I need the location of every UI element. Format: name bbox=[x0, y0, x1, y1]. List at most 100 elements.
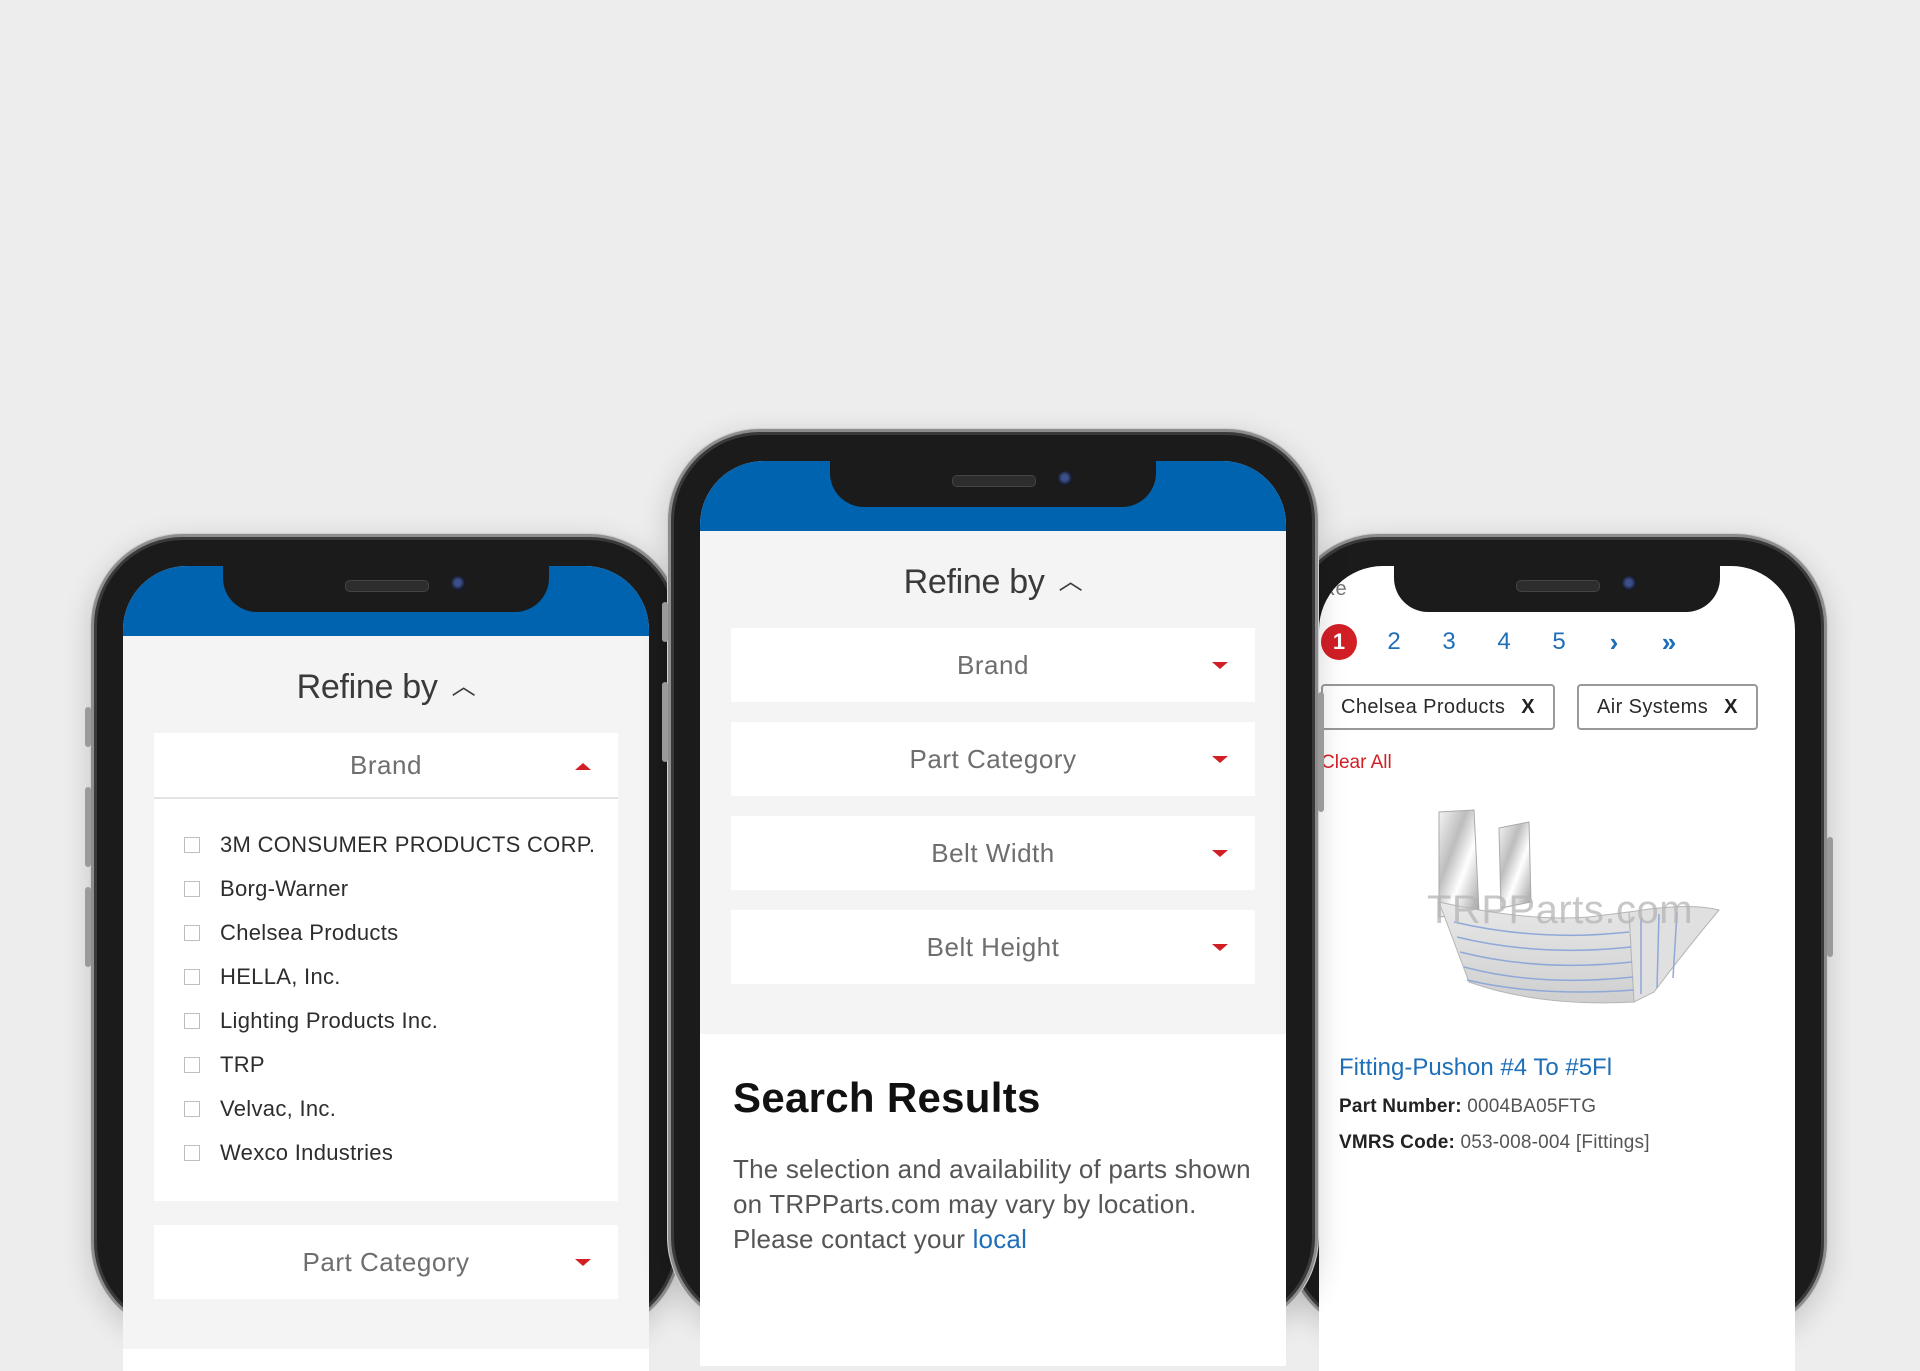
brand-option[interactable]: Wexco Industries bbox=[184, 1131, 618, 1175]
last-page-icon[interactable]: » bbox=[1651, 624, 1687, 660]
facet-part-category[interactable]: Part Category bbox=[731, 722, 1255, 796]
close-icon[interactable]: X bbox=[1724, 696, 1738, 719]
refine-by-label: Refine by bbox=[296, 668, 438, 706]
brand-option-label: TRP bbox=[220, 1052, 265, 1077]
phone-power-button bbox=[1827, 837, 1833, 957]
brand-option[interactable]: Borg-Warner bbox=[184, 867, 618, 911]
brand-option-label: Wexco Industries bbox=[220, 1140, 394, 1165]
brand-option-label: 3M CONSUMER PRODUCTS CORP. bbox=[220, 832, 596, 857]
active-filters: Chelsea Products X Air Systems X bbox=[1319, 660, 1795, 730]
product-title-link[interactable]: Fitting-Pushon #4 To #5Fl bbox=[1319, 1054, 1795, 1082]
brand-option[interactable]: Chelsea Products bbox=[184, 911, 618, 955]
facet-belt-height-label: Belt Height bbox=[926, 931, 1060, 962]
front-camera bbox=[1622, 576, 1637, 591]
chevron-up-icon: ︿ bbox=[1058, 568, 1083, 595]
refine-by-toggle[interactable]: Refine by ︿ bbox=[700, 531, 1286, 628]
refine-panel: Refine by ︿ Brand 3M CONSUMER PRODUCTS CO… bbox=[123, 636, 649, 1349]
facet-belt-width-label: Belt Width bbox=[931, 837, 1055, 868]
brand-option-label: Chelsea Products bbox=[220, 920, 399, 945]
local-dealer-link[interactable]: local bbox=[973, 1224, 1027, 1254]
front-camera bbox=[451, 576, 466, 591]
close-icon[interactable]: X bbox=[1521, 696, 1535, 719]
facet-belt-height[interactable]: Belt Height bbox=[731, 910, 1255, 984]
speaker-grille bbox=[952, 475, 1036, 487]
brand-option[interactable]: Velvac, Inc. bbox=[184, 1087, 618, 1131]
brand-option[interactable]: HELLA, Inc. bbox=[184, 955, 618, 999]
search-results-notice: The selection and availability of parts … bbox=[733, 1152, 1253, 1257]
vmrs-code-value: 053-008-004 [Fittings] bbox=[1460, 1132, 1650, 1153]
clipped-text: Re bbox=[1321, 578, 1347, 600]
facet-part-category-label: Part Category bbox=[302, 1246, 470, 1277]
page-3-button[interactable]: 3 bbox=[1431, 624, 1467, 660]
page-5-button[interactable]: 5 bbox=[1541, 624, 1577, 660]
part-number-value: 0004BA05FTG bbox=[1467, 1096, 1597, 1117]
checkbox[interactable] bbox=[184, 881, 200, 897]
caret-down-icon bbox=[1212, 662, 1228, 669]
phone-notch bbox=[1394, 566, 1720, 612]
brand-option[interactable]: 3M CONSUMER PRODUCTS CORP. bbox=[184, 823, 618, 867]
refine-by-toggle[interactable]: Refine by ︿ bbox=[123, 636, 649, 733]
search-results-section: Search Results The selection and availab… bbox=[700, 1034, 1286, 1257]
left-phone: Refine by ︿ Brand 3M CONSUMER PRODUCTS CO… bbox=[85, 534, 681, 1371]
facet-part-category-label: Part Category bbox=[909, 743, 1077, 774]
facet-brand[interactable]: Brand bbox=[731, 628, 1255, 702]
right-phone: Re 1 2 3 4 5 › » Chelsea Products X Air … bbox=[1287, 534, 1833, 1371]
checkbox[interactable] bbox=[184, 837, 200, 853]
vmrs-code-label: VMRS Code: bbox=[1339, 1132, 1455, 1153]
part-number-label: Part Number: bbox=[1339, 1096, 1462, 1117]
brand-option-label: Borg-Warner bbox=[220, 876, 349, 901]
facet-belt-width[interactable]: Belt Width bbox=[731, 816, 1255, 890]
refine-panel: Refine by ︿ Brand Part Category Belt Widt… bbox=[700, 531, 1286, 1034]
page-4-button[interactable]: 4 bbox=[1486, 624, 1522, 660]
brand-option[interactable]: TRP bbox=[184, 1043, 618, 1087]
product-image[interactable]: TRPParts.com bbox=[1379, 792, 1779, 1032]
page-1-button[interactable]: 1 bbox=[1321, 624, 1357, 660]
facet-brand-label: Brand bbox=[957, 649, 1029, 680]
facet-part-category[interactable]: Part Category bbox=[154, 1225, 618, 1299]
phone-volume-up-button bbox=[662, 682, 668, 762]
front-camera bbox=[1058, 471, 1073, 486]
caret-down-icon bbox=[1212, 850, 1228, 857]
phone-side-button bbox=[85, 707, 91, 747]
facet-brand-expanded: Brand 3M CONSUMER PRODUCTS CORP. Borg-Wa… bbox=[154, 733, 618, 1201]
brand-list: 3M CONSUMER PRODUCTS CORP. Borg-Warner C… bbox=[154, 799, 618, 1201]
filter-chip-label: Chelsea Products bbox=[1341, 695, 1506, 718]
brand-option[interactable]: Lighting Products Inc. bbox=[184, 999, 618, 1043]
phone-side-button bbox=[662, 602, 668, 642]
part-number: Part Number: 0004BA05FTG bbox=[1319, 1096, 1795, 1118]
refine-by-label: Refine by bbox=[903, 563, 1045, 601]
right-phone-screen: Re 1 2 3 4 5 › » Chelsea Products X Air … bbox=[1319, 566, 1795, 1371]
checkbox[interactable] bbox=[184, 925, 200, 941]
filter-chip-air-systems[interactable]: Air Systems X bbox=[1577, 684, 1758, 730]
vmrs-code: VMRS Code: 053-008-004 [Fittings] bbox=[1319, 1132, 1795, 1154]
caret-down-icon bbox=[1212, 756, 1228, 763]
checkbox[interactable] bbox=[184, 1101, 200, 1117]
caret-up-icon bbox=[575, 763, 591, 770]
filter-chip-chelsea-products[interactable]: Chelsea Products X bbox=[1321, 684, 1556, 730]
checkbox[interactable] bbox=[184, 1013, 200, 1029]
center-phone: Refine by ︿ Brand Part Category Belt Widt… bbox=[662, 429, 1324, 1366]
brand-option-label: Lighting Products Inc. bbox=[220, 1008, 439, 1033]
facet-brand-header[interactable]: Brand bbox=[154, 733, 618, 799]
caret-down-icon bbox=[575, 1259, 591, 1266]
filter-chip-label: Air Systems bbox=[1597, 695, 1709, 718]
phone-notch bbox=[223, 566, 549, 612]
speaker-grille bbox=[1516, 580, 1600, 592]
phone-volume-up-button bbox=[85, 787, 91, 867]
caret-down-icon bbox=[1212, 944, 1228, 951]
facet-brand-label: Brand bbox=[350, 749, 422, 780]
phone-volume-down-button bbox=[85, 887, 91, 967]
chevron-up-icon: ︿ bbox=[451, 673, 476, 700]
left-phone-screen: Refine by ︿ Brand 3M CONSUMER PRODUCTS CO… bbox=[123, 566, 649, 1371]
next-page-icon[interactable]: › bbox=[1596, 624, 1632, 660]
clear-all-link[interactable]: Clear All bbox=[1319, 730, 1795, 774]
checkbox[interactable] bbox=[184, 1057, 200, 1073]
speaker-grille bbox=[345, 580, 429, 592]
checkbox[interactable] bbox=[184, 1145, 200, 1161]
checkbox[interactable] bbox=[184, 969, 200, 985]
search-results-heading: Search Results bbox=[733, 1074, 1041, 1121]
center-phone-screen: Refine by ︿ Brand Part Category Belt Widt… bbox=[700, 461, 1286, 1366]
phone-power-button bbox=[1318, 692, 1324, 812]
brand-option-label: HELLA, Inc. bbox=[220, 964, 341, 989]
page-2-button[interactable]: 2 bbox=[1376, 624, 1412, 660]
